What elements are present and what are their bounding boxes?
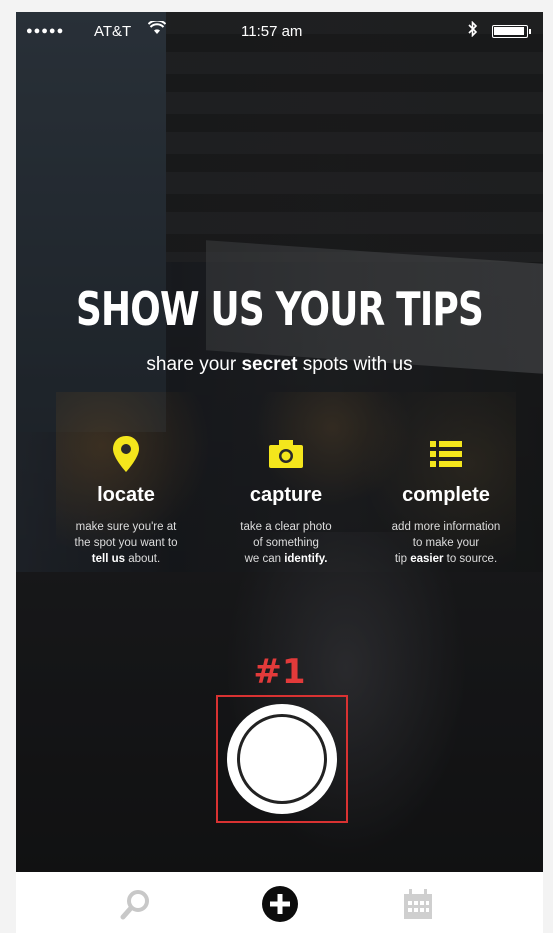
tab-search[interactable] xyxy=(116,886,156,926)
tab-add[interactable] xyxy=(260,885,300,928)
feature-capture: capture take a clear photo of something … xyxy=(206,432,366,592)
phone-screen: ●●●●● AT&T 11:57 am SHOW US YOUR TIPS sh… xyxy=(16,12,543,933)
feature-title: complete xyxy=(402,484,490,506)
bluetooth-icon xyxy=(468,20,478,41)
battery-fill xyxy=(494,27,524,35)
clock: 11:57 am xyxy=(241,23,303,40)
shutter-ring xyxy=(237,714,327,804)
feature-list: locate make sure you're at the spot you … xyxy=(46,432,526,592)
tab-calendar[interactable] xyxy=(398,886,438,926)
add-circle-icon xyxy=(261,885,299,928)
subtitle: share your secret spots with us xyxy=(146,354,413,375)
search-icon xyxy=(119,887,153,926)
feature-locate: locate make sure you're at the spot you … xyxy=(46,432,206,592)
feature-title: locate xyxy=(97,484,155,506)
location-pin-icon xyxy=(46,432,206,476)
feature-description: make sure you're at the spot you want to… xyxy=(74,521,178,565)
camera-icon xyxy=(206,432,366,476)
wifi-icon xyxy=(147,19,167,39)
feature-description: take a clear photo of something we can i… xyxy=(240,521,332,565)
status-bar: ●●●●● AT&T 11:57 am xyxy=(16,12,543,52)
tab-bar xyxy=(16,872,543,933)
feature-description: add more information to make your tip ea… xyxy=(391,521,501,565)
page-title: SHOW US YOUR TIPS xyxy=(75,282,484,336)
battery-icon xyxy=(492,25,531,38)
list-icon xyxy=(366,432,526,476)
feature-complete: complete add more information to make yo… xyxy=(366,432,526,592)
carrier-name: AT&T xyxy=(94,23,132,40)
signal-strength: ●●●●● xyxy=(26,25,65,37)
step-label: #1 xyxy=(253,652,306,692)
feature-title: capture xyxy=(249,484,323,506)
shutter-button[interactable] xyxy=(227,704,337,814)
calendar-icon xyxy=(401,887,435,926)
